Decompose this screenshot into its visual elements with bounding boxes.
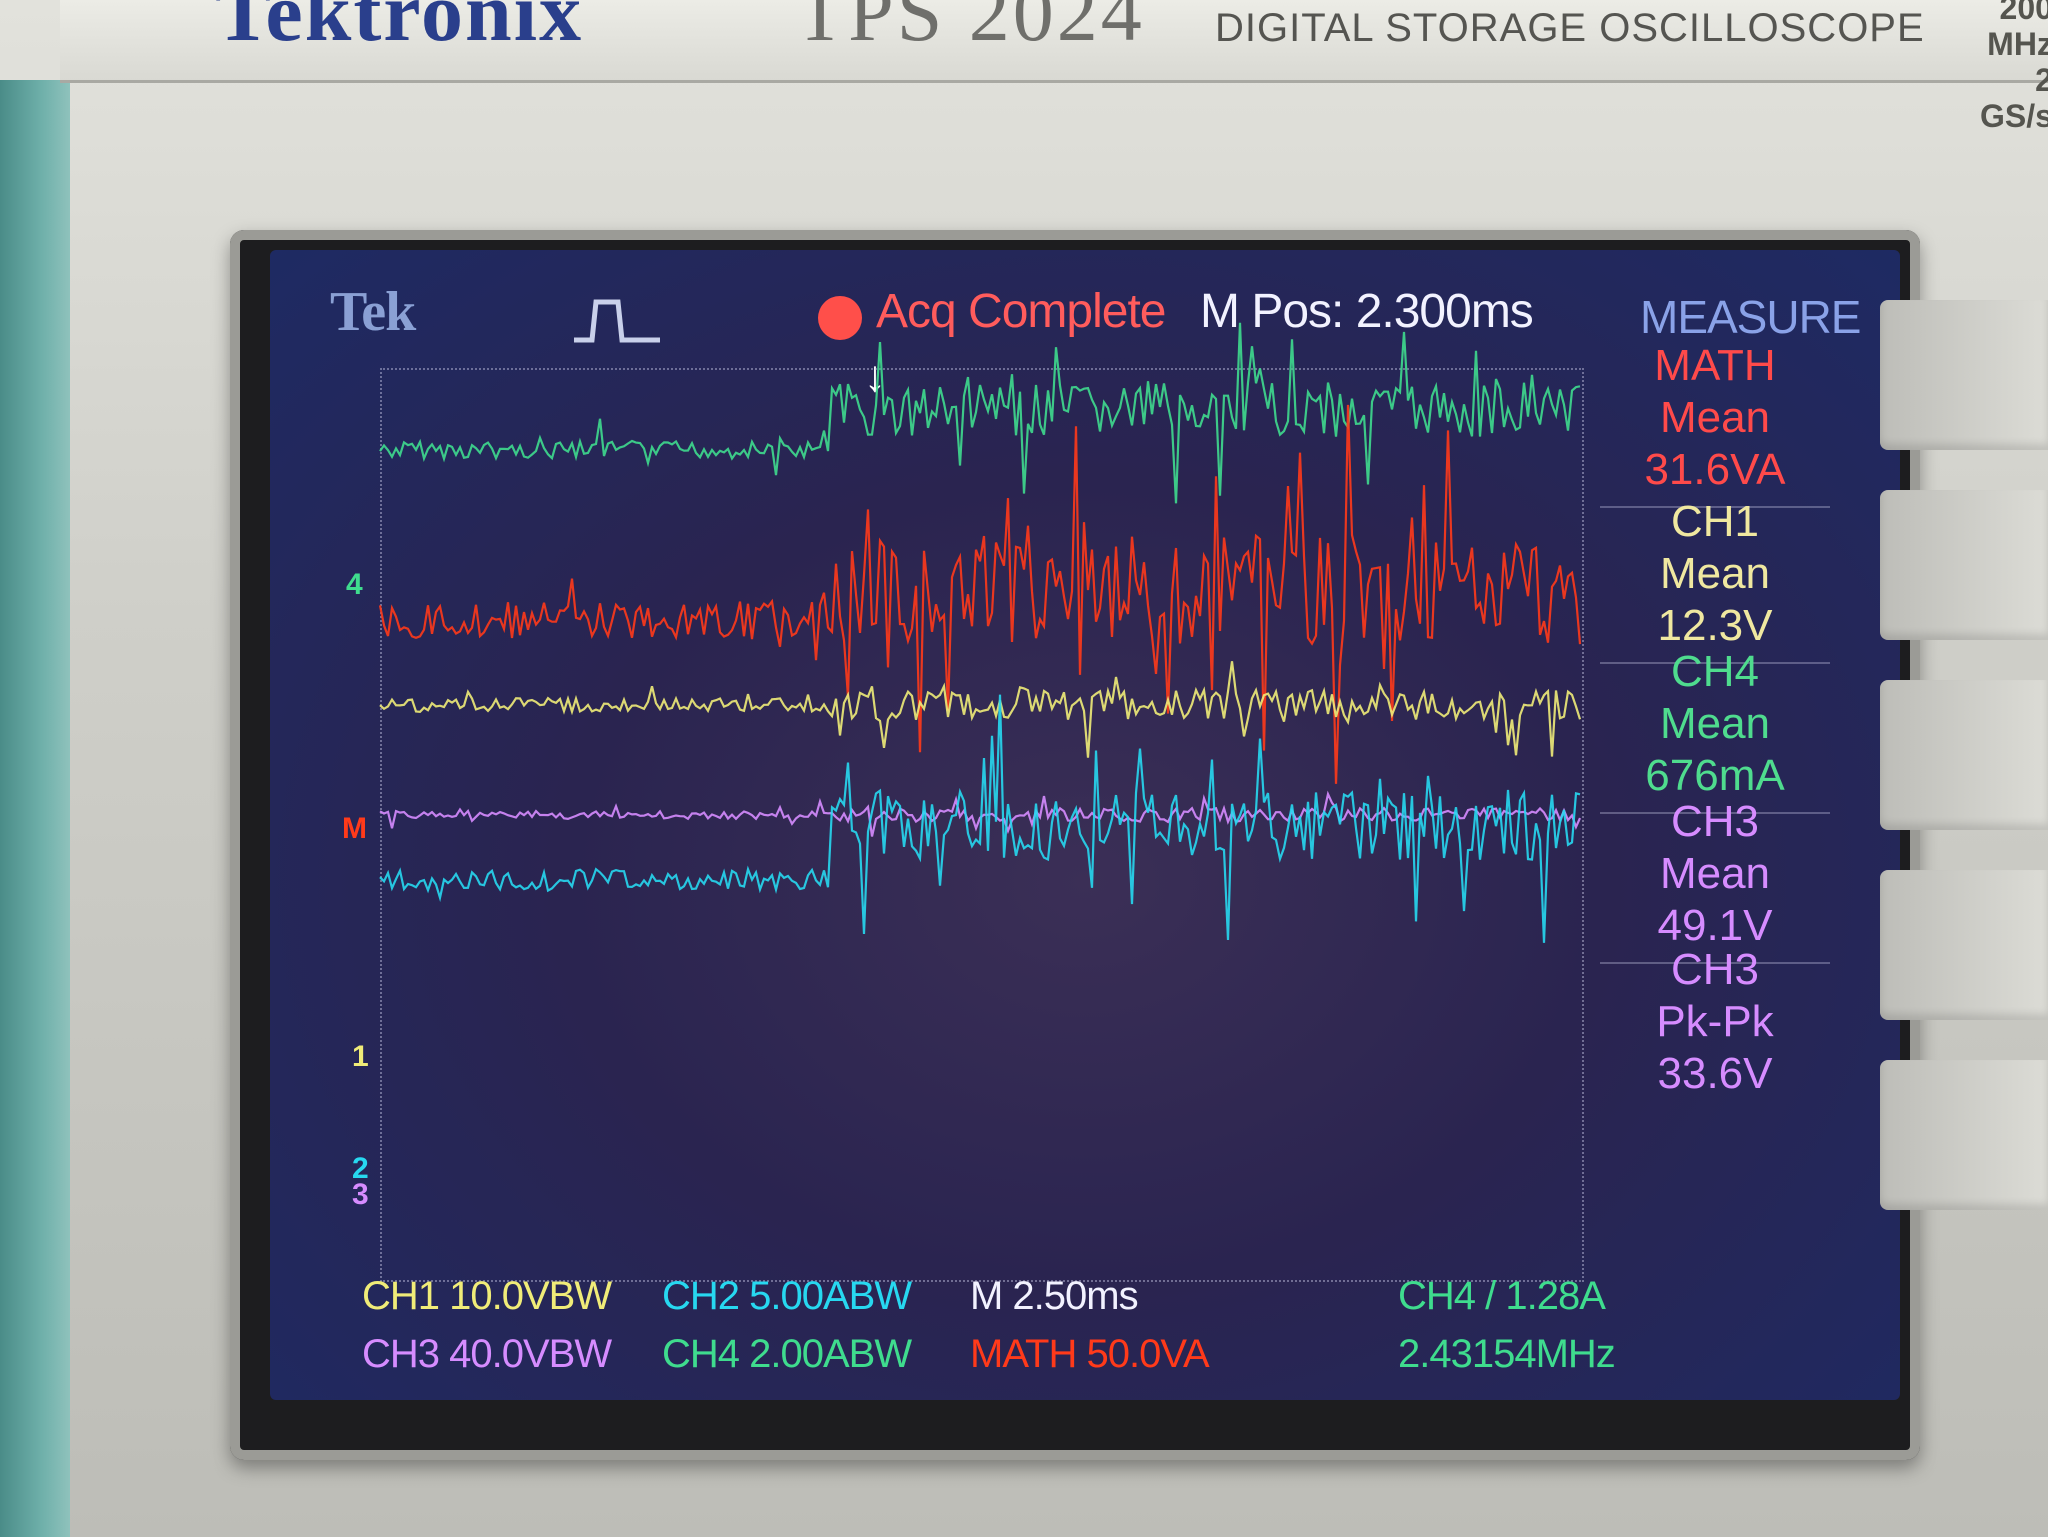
ch3-marker: 3 <box>352 1178 369 1211</box>
measurement-4: CH3 Mean 49.1V <box>1600 796 1830 952</box>
measurement-type: Mean <box>1659 849 1771 898</box>
option-button-4[interactable] <box>1880 870 2048 1020</box>
measurement-source: CH3 <box>1670 945 1760 994</box>
device-type: DIGITAL STORAGE OSCILLOSCOPE <box>1215 6 1925 50</box>
measurement-source: CH1 <box>1670 497 1760 546</box>
measurement-value: 676mA <box>1645 751 1785 800</box>
bandwidth-spec: 200 MHz <box>1987 0 2048 62</box>
brand-logo: Tektronix <box>215 0 584 59</box>
trigger-readout: CH4 / 1.28A <box>1398 1274 1606 1318</box>
option-button-1[interactable] <box>1880 300 2048 450</box>
ch2-scale: CH2 5.00ABW <box>662 1274 912 1318</box>
ch1-marker: 1 <box>352 1040 369 1073</box>
ch4-trace <box>379 322 1581 504</box>
measurement-2: CH1 Mean 12.3V <box>1600 496 1830 652</box>
measurement-value: 12.3V <box>1657 601 1773 650</box>
measurement-5: CH3 Pk-Pk 33.6V <box>1600 944 1830 1100</box>
measurement-1: MATH Mean 31.6VA <box>1600 340 1830 496</box>
option-button-3[interactable] <box>1880 680 2048 830</box>
measurement-value: 31.6VA <box>1644 445 1786 494</box>
measurement-source: CH3 <box>1670 797 1760 846</box>
brand-strip: Tektronix TPS 2024 DIGITAL STORAGE OSCIL… <box>60 0 2048 134</box>
measurement-source: MATH <box>1654 341 1776 390</box>
option-button-2[interactable] <box>1880 490 2048 640</box>
ch4-scale: CH4 2.00ABW <box>662 1332 912 1376</box>
sample-rate-spec: 2 GS/s <box>1980 62 2048 134</box>
timebase: M 2.50ms <box>970 1274 1139 1318</box>
measurement-value: 33.6V <box>1657 1049 1773 1098</box>
option-buttons <box>1880 300 2048 1350</box>
ch1-scale: CH1 10.0VBW <box>362 1274 612 1318</box>
trigger-frequency: 2.43154MHz <box>1398 1332 1616 1376</box>
math-scale: MATH 50.0VA <box>970 1332 1210 1376</box>
measurement-type: Mean <box>1659 393 1771 442</box>
measurement-source: CH4 <box>1670 647 1760 696</box>
option-button-5[interactable] <box>1880 1060 2048 1210</box>
oscilloscope-screen: Tek Acq Complete M Pos: 2.300ms MEASURE … <box>270 250 1900 1400</box>
ch1-trace <box>379 661 1582 758</box>
measurement-type: Pk-Pk <box>1656 997 1774 1046</box>
ch3-scale: CH3 40.0VBW <box>362 1332 612 1376</box>
measurement-type: Mean <box>1659 699 1771 748</box>
measurement-3: CH4 Mean 676mA <box>1600 646 1830 802</box>
measurement-type: Mean <box>1659 549 1771 598</box>
math-trace <box>378 404 1582 784</box>
left-side-panel <box>0 80 70 1537</box>
math-marker: M <box>342 812 367 845</box>
spec-label: 200 MHz 2 GS/s <box>1980 0 2048 134</box>
ch4-marker: 4 <box>346 568 363 601</box>
model-name: TPS 2024 <box>795 0 1145 58</box>
